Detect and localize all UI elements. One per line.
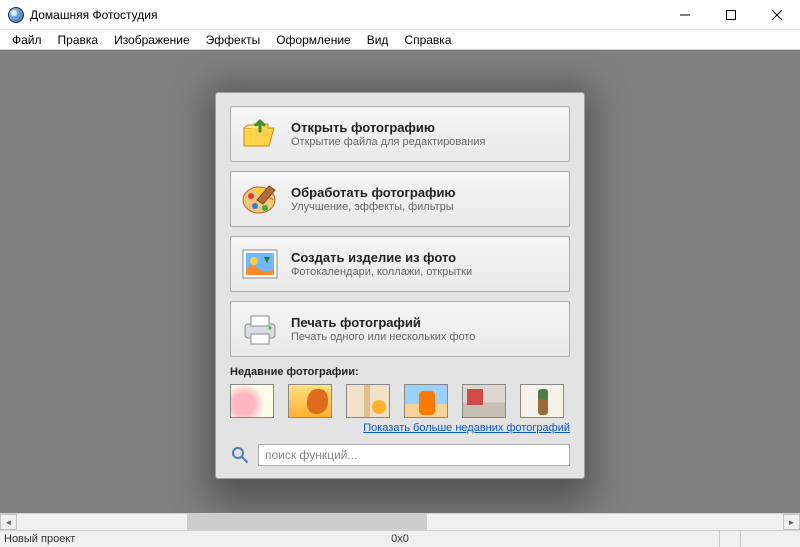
search-icon [230, 446, 250, 464]
process-photo-title: Обработать фотографию [291, 185, 456, 200]
print-photos-button[interactable]: Печать фотографий Печать одного или неск… [230, 301, 570, 357]
photo-frame-icon [239, 243, 281, 285]
open-photo-sub: Открытие файла для редактирования [291, 136, 485, 148]
recent-thumb-2[interactable] [288, 384, 332, 418]
minimize-button[interactable] [662, 0, 708, 29]
recent-photos-label: Недавние фотографии: [230, 366, 570, 378]
create-product-button[interactable]: Создать изделие из фото Фотокалендари, к… [230, 236, 570, 292]
printer-icon [239, 308, 281, 350]
status-dimensions: 0x0 [391, 533, 409, 545]
recent-thumbnails [230, 384, 570, 418]
workspace: Открыть фотографию Открытие файла для ре… [0, 50, 800, 530]
titlebar: Домашняя Фотостудия [0, 0, 800, 30]
print-photos-sub: Печать одного или нескольких фото [291, 331, 475, 343]
process-photo-button[interactable]: Обработать фотографию Улучшение, эффекты… [230, 171, 570, 227]
process-photo-sub: Улучшение, эффекты, фильтры [291, 201, 456, 213]
menu-help[interactable]: Справка [396, 31, 459, 49]
show-more-recent-link[interactable]: Показать больше недавних фотографий [363, 422, 570, 434]
app-icon [8, 7, 24, 23]
horizontal-scrollbar[interactable]: ◄ ► [0, 513, 800, 530]
maximize-button[interactable] [708, 0, 754, 29]
status-cell-2 [740, 531, 800, 547]
close-button[interactable] [754, 0, 800, 29]
print-photos-title: Печать фотографий [291, 315, 475, 330]
menu-view[interactable]: Вид [359, 31, 397, 49]
folder-open-icon [239, 113, 281, 155]
scroll-track[interactable] [17, 514, 783, 530]
menu-decor[interactable]: Оформление [268, 31, 358, 49]
open-photo-button[interactable]: Открыть фотографию Открытие файла для ре… [230, 106, 570, 162]
window-title: Домашняя Фотостудия [30, 8, 662, 22]
palette-icon [239, 178, 281, 220]
statusbar: Новый проект 0x0 [0, 530, 800, 547]
status-cell-1 [719, 531, 740, 547]
window-controls [662, 0, 800, 29]
recent-thumb-5[interactable] [462, 384, 506, 418]
create-product-title: Создать изделие из фото [291, 250, 472, 265]
search-row [230, 444, 570, 466]
start-panel: Открыть фотографию Открытие файла для ре… [215, 92, 585, 479]
open-photo-title: Открыть фотографию [291, 120, 485, 135]
menu-image[interactable]: Изображение [106, 31, 198, 49]
menu-file[interactable]: Файл [4, 31, 50, 49]
recent-thumb-3[interactable] [346, 384, 390, 418]
status-project: Новый проект [0, 533, 75, 545]
recent-thumb-6[interactable] [520, 384, 564, 418]
scroll-left-button[interactable]: ◄ [0, 514, 17, 530]
menu-effects[interactable]: Эффекты [198, 31, 269, 49]
scroll-right-button[interactable]: ► [783, 514, 800, 530]
menu-edit[interactable]: Правка [50, 31, 107, 49]
recent-thumb-4[interactable] [404, 384, 448, 418]
menubar: Файл Правка Изображение Эффекты Оформлен… [0, 30, 800, 50]
search-input[interactable] [258, 444, 570, 466]
recent-thumb-1[interactable] [230, 384, 274, 418]
create-product-sub: Фотокалендари, коллажи, открытки [291, 266, 472, 278]
scroll-thumb[interactable] [187, 514, 427, 530]
